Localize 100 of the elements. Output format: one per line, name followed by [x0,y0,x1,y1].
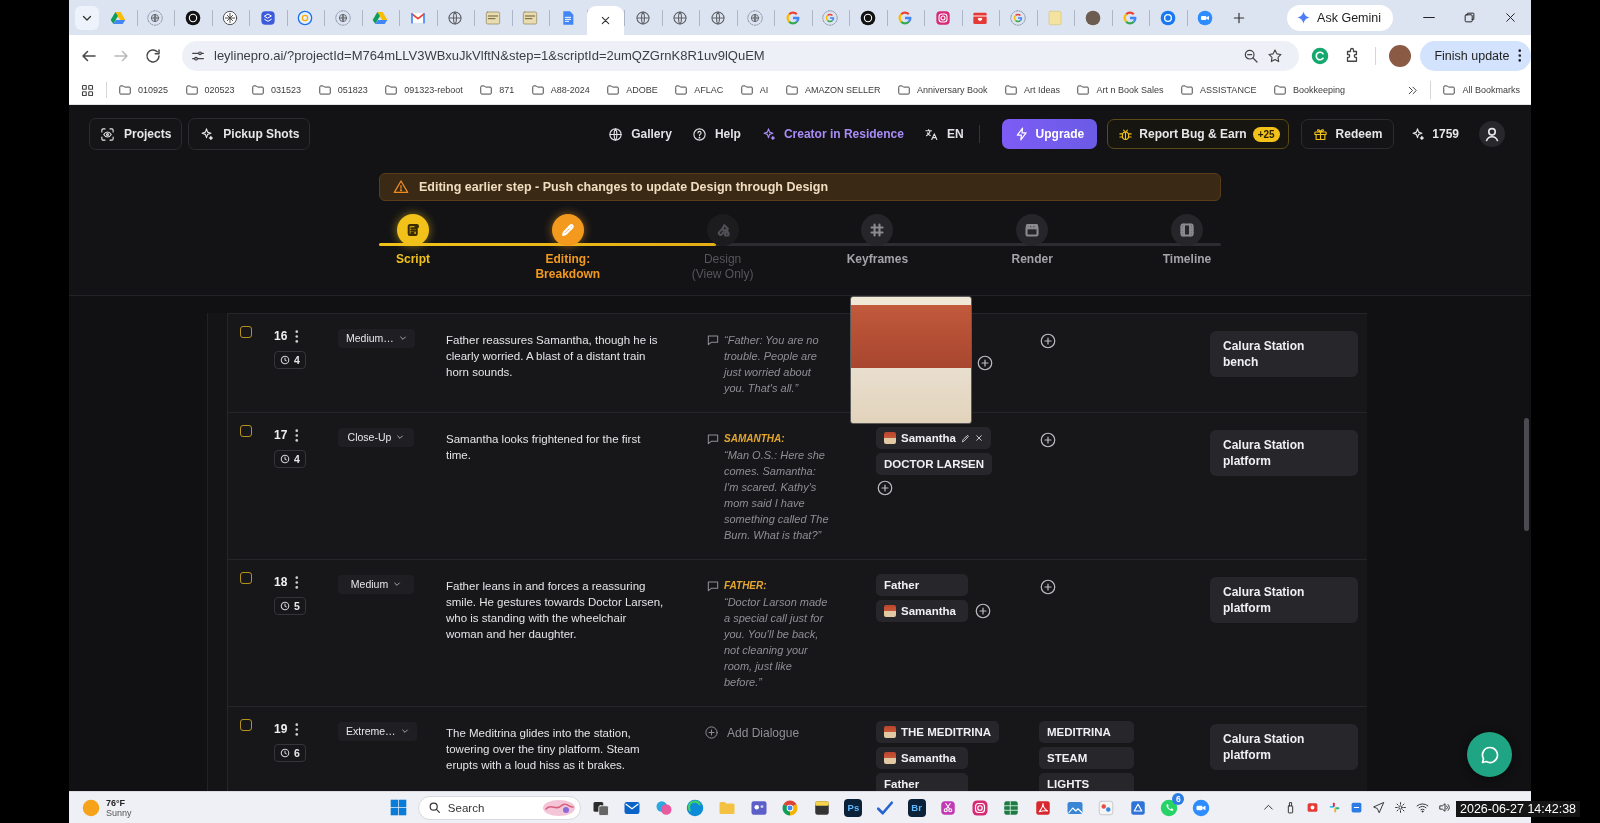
loading-globe-icon[interactable] [147,9,164,26]
close-icon[interactable] [974,434,983,442]
curve-tile-icon[interactable] [1033,798,1052,817]
reload-icon[interactable] [144,46,162,65]
step-button[interactable]: Render [998,214,1067,282]
star-icon[interactable] [1267,47,1284,64]
sticky-note-icon[interactable] [812,798,831,817]
location-tag[interactable]: Calura Station bench [1210,331,1358,377]
video-camera-icon[interactable] [1191,798,1210,817]
wifi-icon[interactable] [1416,801,1429,814]
apps-grid-icon[interactable] [80,82,95,98]
bookmark-folder[interactable]: Bookkeeping [1272,83,1345,97]
user-icon[interactable] [1479,121,1505,147]
plus-circle-icon[interactable] [974,602,992,620]
triangle-logo-icon[interactable] [372,9,389,26]
prop-tag[interactable]: STEAM [1039,747,1134,769]
app-tile-button[interactable]: Br [907,798,926,817]
loading-globe-icon[interactable] [334,9,351,26]
dark-circle-logo-icon[interactable] [184,9,201,26]
scissors-app-icon[interactable] [939,798,958,817]
thumbnail-icon[interactable] [522,9,539,26]
palette-app-icon[interactable] [1097,798,1116,817]
bookmark-folder[interactable]: 031523 [251,83,302,97]
report-bug-button[interactable]: Report Bug & Earn +25 [1107,119,1289,149]
ring-logo-icon[interactable] [297,9,314,26]
character-tag[interactable]: THE MEDITRINA [876,721,1000,743]
more-icon[interactable] [295,428,299,442]
location-tag[interactable]: Calura Station platform [1210,430,1358,476]
start-icon[interactable] [390,799,408,816]
shot-type-dropdown[interactable]: Medium [338,574,414,594]
step-button[interactable]: Editing: Breakdown [533,214,602,282]
location-tag[interactable]: Calura Station platform [1210,577,1358,623]
globe-icon[interactable] [709,9,726,26]
phone-chat-icon[interactable] [1160,798,1179,817]
minus-tile-icon[interactable] [1350,801,1363,814]
bookmark-folder[interactable]: 091323-reboot [384,83,463,97]
minimize-icon[interactable] [1423,16,1435,19]
checkbox[interactable] [240,326,252,338]
upgrade-button[interactable]: Upgrade [1001,119,1098,149]
header-link[interactable]: EN [923,126,964,142]
overlapping-circles-icon[interactable] [654,798,673,817]
more-icon[interactable] [295,575,299,589]
close-icon[interactable] [1504,11,1517,24]
ask-gemini-button[interactable]: Ask Gemini [1287,4,1393,31]
character-tag[interactable]: Samantha [876,600,968,622]
bookmark-folder[interactable]: All Bookmarks [1442,83,1520,97]
record-app-icon[interactable] [1306,801,1319,814]
bookmark-folder[interactable]: AFLAC [674,83,724,97]
pinwheel-app-icon[interactable] [1328,801,1341,814]
character-tag[interactable]: Father [876,773,968,791]
arc-logo-icon[interactable] [1311,46,1330,65]
globe-icon[interactable] [634,9,651,26]
step-button[interactable]: Keyframes [843,214,912,282]
bookmark-folder[interactable]: Art n Book Sales [1076,83,1164,97]
step-button[interactable]: Script [379,214,447,282]
triangle-logo-icon[interactable] [109,9,126,26]
globe-icon[interactable] [447,9,464,26]
header-link[interactable]: Creator in Residence [760,126,904,142]
multicolor-ring-icon[interactable] [897,9,914,26]
avatar-icon[interactable] [1084,9,1101,26]
redeem-button[interactable]: Redeem [1300,119,1395,149]
app-tile-button[interactable]: Ps [844,798,863,817]
multicolor-ring-icon[interactable] [1122,9,1139,26]
plus-icon[interactable] [1232,10,1246,25]
more-icon[interactable] [295,329,299,343]
bookmark-folder[interactable]: Art Ideas [1003,83,1060,97]
loading-ring-icon[interactable] [1009,9,1026,26]
bookmark-folder[interactable]: ASSISTANCE [1180,83,1257,97]
plus-circle-icon[interactable] [1039,332,1057,350]
checkmark-icon[interactable] [876,798,894,817]
zoom-out-icon[interactable] [1243,47,1260,64]
people-app-icon[interactable] [749,798,768,817]
checkbox[interactable] [240,572,252,584]
camera-logo-icon[interactable] [934,9,951,26]
character-tag[interactable]: Samantha [876,747,968,769]
character-tag[interactable]: Father [876,574,968,596]
swirl-app-icon[interactable] [686,798,705,817]
checkbox[interactable] [240,425,252,437]
profile-avatar-icon[interactable] [1389,44,1412,67]
location-tag[interactable]: Calura Station platform [1210,724,1358,770]
plus-circle-icon[interactable] [976,354,994,372]
header-link[interactable]: Gallery [608,126,672,142]
bookmark-folder[interactable]: 020523 [184,83,235,97]
layered-logo-icon[interactable] [259,9,276,26]
bookmark-folder[interactable]: 051823 [317,83,368,97]
scrollbar-thumb[interactable] [1524,418,1529,531]
comment-icon[interactable] [706,579,720,593]
tab-list-button[interactable] [75,5,99,30]
loading-globe-icon[interactable] [747,9,764,26]
restore-icon[interactable] [1463,11,1476,24]
more-icon[interactable] [295,722,299,736]
plus-circle-icon[interactable] [876,479,894,497]
video-camera-icon[interactable] [1197,9,1214,26]
shot-type-dropdown[interactable]: Medium… [338,328,415,348]
prop-tag[interactable]: LIGHTS [1039,773,1134,791]
plus-circle-icon[interactable] [1039,578,1057,596]
checkbox[interactable] [240,719,252,731]
plus-circle-icon[interactable] [1039,431,1057,449]
bookmark-folder[interactable]: AMAZON SELLER [784,83,881,97]
character-tag[interactable]: Samantha [876,427,991,449]
